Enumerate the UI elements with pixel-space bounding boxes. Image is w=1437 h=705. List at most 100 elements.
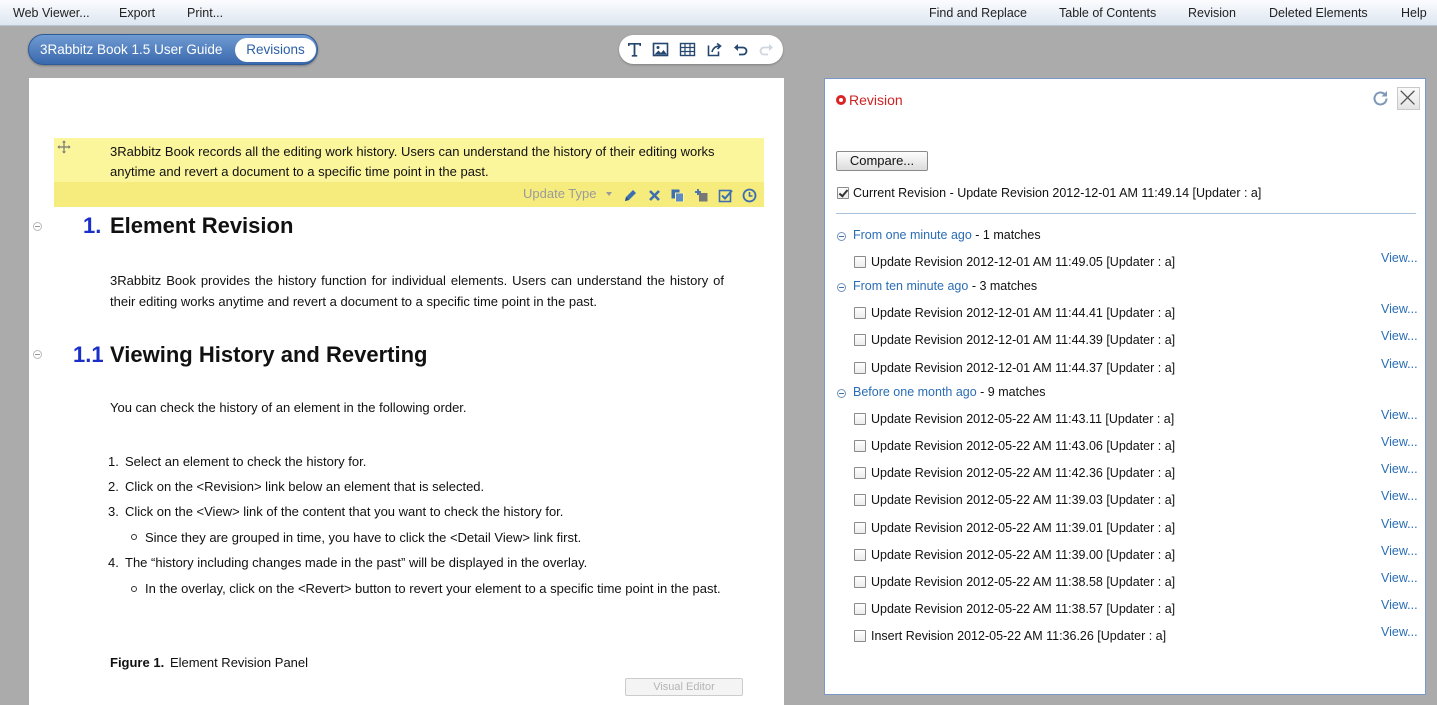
revision-item-label: Update Revision 2012-12-01 AM 11:44.37 [… (871, 360, 1176, 375)
close-button[interactable] (1397, 87, 1420, 110)
revision-item-label: Update Revision 2012-12-01 AM 11:44.39 [… (871, 333, 1176, 348)
paragraph: You can check the history of an element … (110, 400, 467, 415)
revision-checkbox[interactable] (854, 440, 866, 452)
document-page: 3Rabbitz Book records all the editing wo… (29, 78, 784, 705)
view-link[interactable]: View... (1381, 489, 1418, 503)
update-type-dropdown[interactable]: Update Type (523, 186, 596, 201)
divider (836, 213, 1416, 214)
bullet (131, 586, 137, 592)
menu-table-of-contents[interactable]: Table of Contents (1059, 6, 1156, 20)
collapse-toggle[interactable] (33, 222, 42, 231)
insert-icon[interactable] (694, 188, 709, 203)
figure-label: Figure 1. (110, 655, 165, 670)
text-icon[interactable] (626, 41, 643, 58)
menu-help[interactable]: Help (1401, 6, 1427, 20)
subheading-number: 1.1 (73, 342, 104, 367)
view-link[interactable]: View... (1381, 329, 1418, 343)
revisions-button[interactable]: Revisions (235, 38, 316, 62)
move-icon[interactable] (57, 140, 71, 154)
view-link[interactable]: View... (1381, 435, 1418, 449)
subheading-title: Viewing History and Reverting (110, 342, 428, 367)
revision-checkbox[interactable] (854, 467, 866, 480)
check-icon[interactable] (718, 188, 733, 203)
visual-editor-button[interactable]: Visual Editor (625, 678, 743, 696)
revision-checkbox[interactable] (854, 521, 866, 534)
revision-checkbox[interactable] (854, 603, 866, 616)
view-link[interactable]: View... (1381, 408, 1418, 422)
collapse-toggle[interactable] (33, 350, 42, 359)
view-link[interactable]: View... (1381, 251, 1418, 265)
refresh-icon[interactable] (1371, 89, 1390, 108)
revision-checkbox[interactable] (854, 576, 866, 588)
current-revision-checkbox[interactable] (837, 187, 849, 199)
close-icon (1400, 90, 1415, 105)
list-number: 3. (108, 504, 119, 519)
view-link[interactable]: View... (1381, 357, 1418, 371)
copy-icon[interactable] (670, 188, 685, 203)
heading-number: 1. (83, 213, 102, 238)
list-subitem: In the overlay, click on the <Revert> bu… (145, 581, 721, 596)
revision-item-label: Update Revision 2012-05-22 AM 11:39.00 [… (871, 547, 1176, 562)
revision-checkbox[interactable] (854, 256, 866, 268)
view-link[interactable]: View... (1381, 598, 1418, 612)
revision-group-link[interactable]: From ten minute ago (853, 279, 968, 293)
history-icon[interactable] (742, 188, 757, 203)
revision-checkbox[interactable] (854, 334, 866, 347)
list-item: Select an element to check the history f… (125, 454, 367, 469)
menu-bar: Web Viewer... Export Print... Find and R… (0, 0, 1437, 26)
list-subitem: Since they are grouped in time, you have… (145, 530, 582, 545)
undo-icon[interactable] (732, 41, 749, 58)
book-title[interactable]: 3Rabbitz Book 1.5 User Guide (40, 42, 222, 57)
revision-item-label: Update Revision 2012-12-01 AM 11:49.05 [… (871, 255, 1176, 269)
chevron-down-icon (606, 192, 612, 196)
menu-find-and-replace[interactable]: Find and Replace (929, 6, 1027, 20)
revision-group-count: - 1 matches (971, 228, 1041, 242)
revision-dot-icon (836, 95, 846, 105)
list-number: 2. (108, 479, 119, 494)
view-link[interactable]: View... (1381, 462, 1418, 476)
view-link[interactable]: View... (1381, 544, 1418, 558)
revision-group-count: - 3 matches (968, 279, 1038, 294)
list-item: The “history including changes made in t… (125, 555, 588, 570)
menu-export[interactable]: Export (119, 6, 155, 20)
revision-checkbox[interactable] (854, 548, 866, 561)
revision-checkbox[interactable] (854, 630, 866, 643)
revision-group-link[interactable]: Before one month ago (853, 385, 977, 399)
compare-button[interactable]: Compare... (836, 151, 928, 171)
menu-print[interactable]: Print... (187, 6, 223, 20)
revision-panel-title: Revision (849, 92, 903, 108)
revision-item-label: Update Revision 2012-05-22 AM 11:38.57 [… (871, 602, 1176, 617)
list-item: Click on the <Revision> link below an el… (125, 479, 485, 494)
list-number: 4. (108, 555, 119, 570)
revision-checkbox[interactable] (854, 412, 866, 425)
redo-icon (759, 44, 773, 56)
menu-deleted-elements[interactable]: Deleted Elements (1269, 6, 1368, 20)
image-icon[interactable] (652, 41, 669, 58)
revision-group-header: From one minute ago - 1 matches (853, 228, 1041, 242)
view-link[interactable]: View... (1381, 571, 1418, 585)
menu-revision[interactable]: Revision (1188, 6, 1236, 20)
revision-group-link[interactable]: From one minute ago (853, 228, 972, 242)
current-revision-label: Current Revision - Update Revision 2012-… (853, 186, 1262, 200)
revision-group-header: Before one month ago - 9 matches (853, 385, 1045, 399)
view-link[interactable]: View... (1381, 625, 1418, 639)
group-collapse-toggle[interactable] (837, 232, 846, 241)
menu-web-viewer[interactable]: Web Viewer... (13, 6, 90, 20)
revision-checkbox[interactable] (854, 494, 866, 507)
revision-panel: Revision Compare... Current Revision - U… (824, 78, 1426, 695)
revision-checkbox[interactable] (854, 307, 866, 320)
revision-item-label: Update Revision 2012-12-01 AM 11:44.41 [… (871, 306, 1176, 321)
export-icon[interactable] (706, 41, 723, 58)
revision-checkbox[interactable] (854, 361, 866, 374)
list-number: 1. (108, 454, 119, 469)
view-link[interactable]: View... (1381, 517, 1418, 531)
edit-icon[interactable] (623, 188, 638, 203)
revision-item-label: Update Revision 2012-05-22 AM 11:42.36 [… (871, 466, 1176, 481)
bullet (131, 534, 137, 540)
table-icon[interactable] (679, 41, 696, 58)
delete-icon[interactable] (647, 188, 662, 203)
group-collapse-toggle[interactable] (837, 283, 846, 293)
revision-item-label: Update Revision 2012-05-22 AM 11:38.58 [… (871, 575, 1176, 589)
group-collapse-toggle[interactable] (837, 388, 846, 398)
view-link[interactable]: View... (1381, 302, 1418, 316)
